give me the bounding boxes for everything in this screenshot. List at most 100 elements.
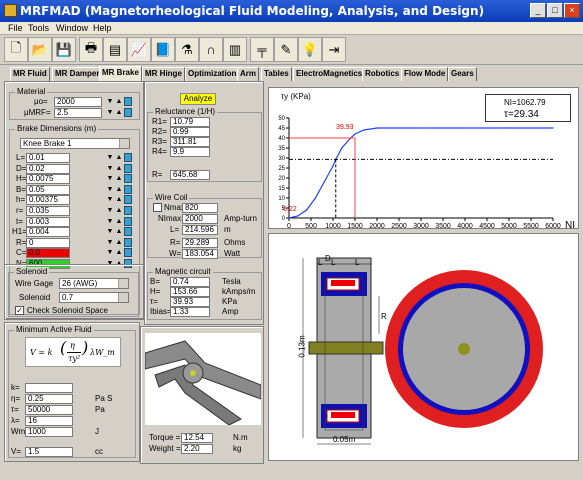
info-icon[interactable] — [124, 237, 132, 247]
mag-input[interactable]: 1.33 — [170, 307, 210, 317]
nimax-input[interactable]: 2000 — [182, 214, 218, 224]
wire-gage-select[interactable]: 26 (AWG) — [59, 278, 129, 289]
tab-mr-damper[interactable]: MR Damper — [52, 67, 103, 81]
arrow-up-icon[interactable]: ▲ — [115, 97, 123, 106]
dim-input[interactable]: 0.01 — [26, 153, 70, 163]
arrow-down-icon[interactable]: ▼ — [106, 97, 114, 106]
info-icon[interactable] — [124, 206, 132, 215]
check-solenoid-checkbox[interactable]: ✓ — [15, 306, 24, 315]
arrow-down-icon[interactable]: ▼ — [106, 206, 114, 215]
dim-input[interactable]: 0.0075 — [26, 174, 70, 185]
menu-window[interactable]: Window — [56, 23, 88, 33]
reluctance-input[interactable]: 0.99 — [170, 127, 210, 137]
book-icon[interactable]: 📘 — [151, 37, 175, 62]
brake-type-select[interactable]: Knee Brake 1 — [20, 138, 130, 149]
info-icon[interactable] — [124, 227, 132, 237]
tab-mr-brake[interactable]: MR Brake — [99, 66, 142, 81]
reluctance-input[interactable]: 311.81 — [170, 137, 210, 147]
arrow-down-icon[interactable]: ▼ — [106, 227, 114, 236]
chart-icon[interactable]: 📈 — [127, 37, 151, 62]
tab-mr-fluid[interactable]: MR Fluid — [10, 67, 50, 81]
tab-electromagnetics[interactable]: ElectroMagnetics — [293, 67, 366, 81]
arrow-up-icon[interactable]: ▲ — [115, 227, 123, 236]
torque-input[interactable]: 12.54 — [181, 433, 213, 443]
v-input[interactable]: 1.5 — [25, 447, 73, 457]
arrow-up-icon[interactable]: ▲ — [115, 248, 123, 257]
mu-mrf-input[interactable]: 2.5 — [54, 108, 102, 118]
info-icon[interactable] — [124, 97, 132, 106]
print-icon[interactable]: 🖶 — [79, 37, 103, 62]
r-total-input[interactable]: 645.68 — [170, 170, 210, 180]
arrow-up-icon[interactable]: ▲ — [115, 185, 123, 194]
tab-optimization[interactable]: Optimization — [185, 67, 240, 81]
dim-input[interactable]: 0.05 — [26, 184, 70, 195]
mag-input[interactable]: 39.93 — [170, 297, 210, 307]
arrow-down-icon[interactable]: ▼ — [106, 195, 114, 204]
open-icon[interactable]: 📂 — [28, 37, 52, 62]
info-icon[interactable] — [124, 216, 132, 226]
dim-input[interactable]: 0.004 — [26, 227, 70, 238]
fluid-input[interactable]: 1000 — [25, 427, 73, 437]
arrow-up-icon[interactable]: ▲ — [115, 238, 123, 247]
dim-input[interactable]: 0.035 — [26, 206, 70, 216]
exit-icon[interactable]: ⇥ — [322, 37, 346, 62]
arrow-up-icon[interactable]: ▲ — [115, 153, 123, 162]
close-button[interactable]: × — [564, 3, 580, 18]
menu-file[interactable]: File — [8, 23, 23, 33]
dim-input[interactable]: 0.00375 — [26, 195, 70, 206]
tab-mr-hinge[interactable]: MR Hinge — [142, 67, 185, 81]
arrow-down-icon[interactable]: ▼ — [106, 238, 114, 247]
info-icon[interactable] — [124, 248, 132, 258]
arrow-down-icon[interactable]: ▼ — [106, 164, 114, 173]
nmax-input[interactable]: 820 — [182, 203, 218, 213]
arrow-down-icon[interactable]: ▼ — [106, 153, 114, 162]
tab-arm[interactable]: Arm — [237, 67, 260, 81]
mag-input[interactable]: 153.66 — [170, 287, 210, 297]
magnet-icon[interactable]: ∩ — [199, 37, 223, 62]
tab-robotics[interactable]: Robotics — [362, 67, 403, 81]
mu-input[interactable]: 2000 — [54, 97, 102, 107]
fluid-input[interactable]: 0.25 — [25, 394, 73, 404]
arrow-down-icon[interactable]: ▼ — [106, 248, 114, 257]
analyze-button[interactable]: Analyze — [180, 93, 216, 105]
fluid-input[interactable] — [25, 383, 73, 393]
arrow-down-icon[interactable]: ▼ — [106, 217, 114, 226]
edit-icon[interactable]: ✎ — [274, 37, 298, 62]
menu-help[interactable]: Help — [93, 23, 112, 33]
tab-tables[interactable]: Tables — [261, 67, 292, 81]
dim-input[interactable]: 0 — [26, 237, 70, 248]
reluctance-input[interactable]: 10.79 — [170, 117, 210, 127]
reluctance-input[interactable]: 9.9 — [170, 147, 210, 157]
info-icon[interactable] — [124, 174, 132, 184]
solenoid-select[interactable]: 0.7 — [59, 292, 129, 303]
bulb-icon[interactable]: 💡 — [298, 37, 322, 62]
dim-input[interactable]: 0.0 — [26, 248, 70, 259]
arrow-down-icon[interactable]: ▼ — [106, 108, 114, 117]
l-input[interactable]: 214.596 — [182, 225, 218, 235]
info-icon[interactable] — [124, 108, 132, 117]
w-input[interactable]: 183.054 — [182, 249, 218, 259]
new-icon[interactable]: 🗋 — [4, 37, 28, 62]
dim-input[interactable]: 0.02 — [26, 163, 70, 174]
fluid-input[interactable]: 50000 — [25, 405, 73, 415]
arrow-down-icon[interactable]: ▼ — [106, 174, 114, 183]
arrow-up-icon[interactable]: ▲ — [115, 164, 123, 173]
info-icon[interactable] — [124, 163, 132, 173]
tab-flow-mode[interactable]: Flow Mode — [401, 67, 449, 81]
fluid-input[interactable]: 16 — [25, 416, 73, 426]
database-icon[interactable]: ▤ — [103, 37, 127, 62]
cylinder-icon[interactable]: ▥ — [223, 37, 247, 62]
menu-tools[interactable]: Tools — [28, 23, 49, 33]
crane-icon[interactable]: ╤ — [250, 37, 274, 62]
dim-input[interactable]: 0.003 — [26, 216, 70, 227]
save-icon[interactable]: 💾 — [52, 37, 76, 62]
minimize-button[interactable]: _ — [530, 3, 546, 18]
maximize-button[interactable]: □ — [547, 3, 563, 18]
arrow-up-icon[interactable]: ▲ — [115, 206, 123, 215]
arrow-up-icon[interactable]: ▲ — [115, 108, 123, 117]
info-icon[interactable] — [124, 184, 132, 194]
info-icon[interactable] — [124, 195, 132, 205]
flask-icon[interactable]: ⚗ — [175, 37, 199, 62]
arrow-down-icon[interactable]: ▼ — [106, 185, 114, 194]
tab-gears[interactable]: Gears — [448, 67, 477, 81]
